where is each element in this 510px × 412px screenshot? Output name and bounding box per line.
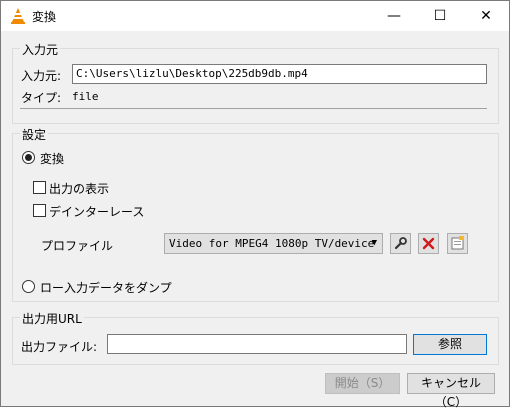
- profile-label: プロファイル: [41, 239, 114, 253]
- convert-label[interactable]: 変換: [40, 150, 64, 167]
- settings-group-title: 設定: [20, 126, 49, 143]
- display-output-label[interactable]: 出力の表示: [49, 180, 109, 197]
- convert-dialog: 変換 — ☐ ✕ 入力元 入力元: C:\Users\lizlu\Desktop…: [0, 0, 510, 409]
- new-profile-button[interactable]: [447, 233, 468, 254]
- source-label: 入力元:: [21, 69, 62, 83]
- source-path-field[interactable]: C:\Users\lizlu\Desktop\225db9db.mp4: [72, 64, 487, 84]
- dump-raw-label[interactable]: ロー入力データをダンプ: [40, 279, 172, 296]
- delete-profile-button[interactable]: [418, 233, 439, 254]
- vlc-cone-icon: [11, 8, 25, 24]
- source-group-title: 入力元: [20, 41, 61, 58]
- deinterlace-label[interactable]: デインターレース: [49, 203, 144, 220]
- cancel-button[interactable]: キャンセル（C）: [407, 373, 495, 409]
- type-label: タイプ:: [21, 91, 62, 105]
- dump-raw-radio[interactable]: [22, 280, 35, 293]
- wrench-icon: [394, 237, 407, 250]
- convert-radio[interactable]: [22, 151, 35, 164]
- red-x-icon: [422, 237, 435, 250]
- maximize-button[interactable]: ☐: [417, 1, 463, 31]
- type-value: file: [72, 90, 99, 103]
- destination-file-label: 出力ファイル:: [21, 340, 98, 354]
- destination-file-field[interactable]: [107, 334, 407, 354]
- window-title: 変換: [32, 10, 57, 24]
- start-button[interactable]: 開始（S）: [325, 373, 400, 394]
- chevron-down-icon: ▼: [371, 238, 377, 248]
- destination-group-title: 出力用URL: [20, 310, 84, 327]
- source-divider: [20, 108, 487, 109]
- new-profile-icon: [451, 236, 464, 250]
- browse-button[interactable]: 参照: [413, 334, 487, 355]
- profile-select-value: Video for MPEG4 1080p TV/device: [169, 237, 375, 250]
- display-output-checkbox[interactable]: [33, 181, 46, 194]
- close-button[interactable]: ✕: [463, 1, 509, 31]
- edit-profile-button[interactable]: [390, 233, 411, 254]
- minimize-button[interactable]: —: [371, 1, 417, 31]
- title-bar: 変換 — ☐ ✕: [1, 1, 509, 31]
- deinterlace-checkbox[interactable]: [33, 204, 46, 217]
- radio-selected-dot: [25, 154, 32, 161]
- source-group: [12, 48, 499, 124]
- profile-select[interactable]: Video for MPEG4 1080p TV/device ▼: [164, 233, 383, 254]
